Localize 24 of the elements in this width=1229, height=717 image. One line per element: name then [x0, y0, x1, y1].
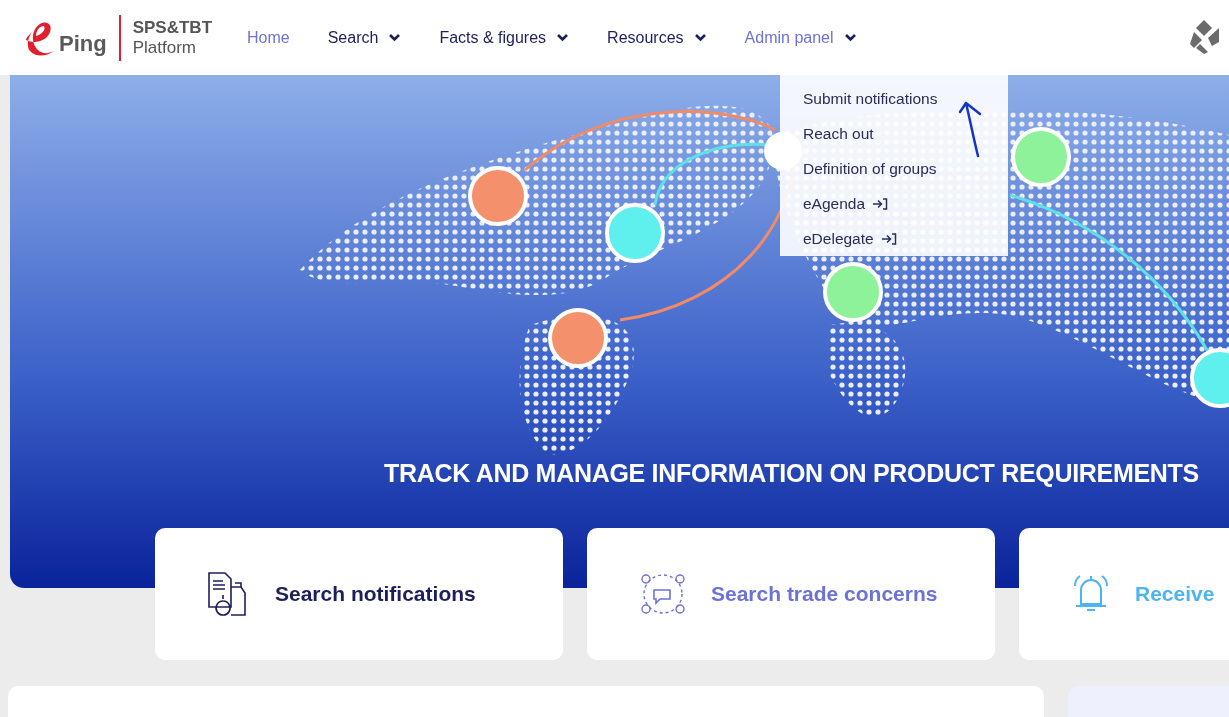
hero-title: TRACK AND MANAGE INFORMATION ON PRODUCT REQUIREMENTS	[384, 458, 1199, 489]
logo-text: SPS&TBT	[132, 17, 212, 38]
chevron-down-icon	[556, 33, 570, 42]
chevron-down-icon	[843, 33, 857, 42]
login-icon	[872, 197, 889, 210]
menu-item[interactable]: eAgenda	[803, 186, 889, 221]
menu-item[interactable]: Submit notifications	[803, 81, 938, 116]
nav-menu[interactable]: Search	[327, 25, 402, 50]
nav-menu[interactable]: Facts & figures	[439, 25, 570, 50]
nav-menu[interactable]: Resources	[607, 25, 707, 50]
login-icon	[880, 232, 897, 245]
logo-text: Ping	[59, 30, 107, 58]
logo-icon	[1190, 20, 1219, 54]
nav-menu[interactable]: Admin panel	[744, 25, 857, 50]
annotation-arrow	[958, 100, 982, 158]
feature-card[interactable]: Search trade concerns	[587, 528, 995, 660]
menu-item[interactable]: Definition of groups	[803, 151, 937, 186]
chevron-down-icon	[388, 33, 402, 42]
menu-item[interactable]: eDelegate	[803, 221, 897, 256]
logo-text: Platform	[132, 37, 197, 58]
chevron-down-icon	[693, 33, 707, 42]
menu-item[interactable]: Reach out	[803, 116, 874, 151]
feature-card[interactable]: Search notifications	[155, 528, 563, 660]
nav-link[interactable]: Home	[247, 25, 290, 50]
